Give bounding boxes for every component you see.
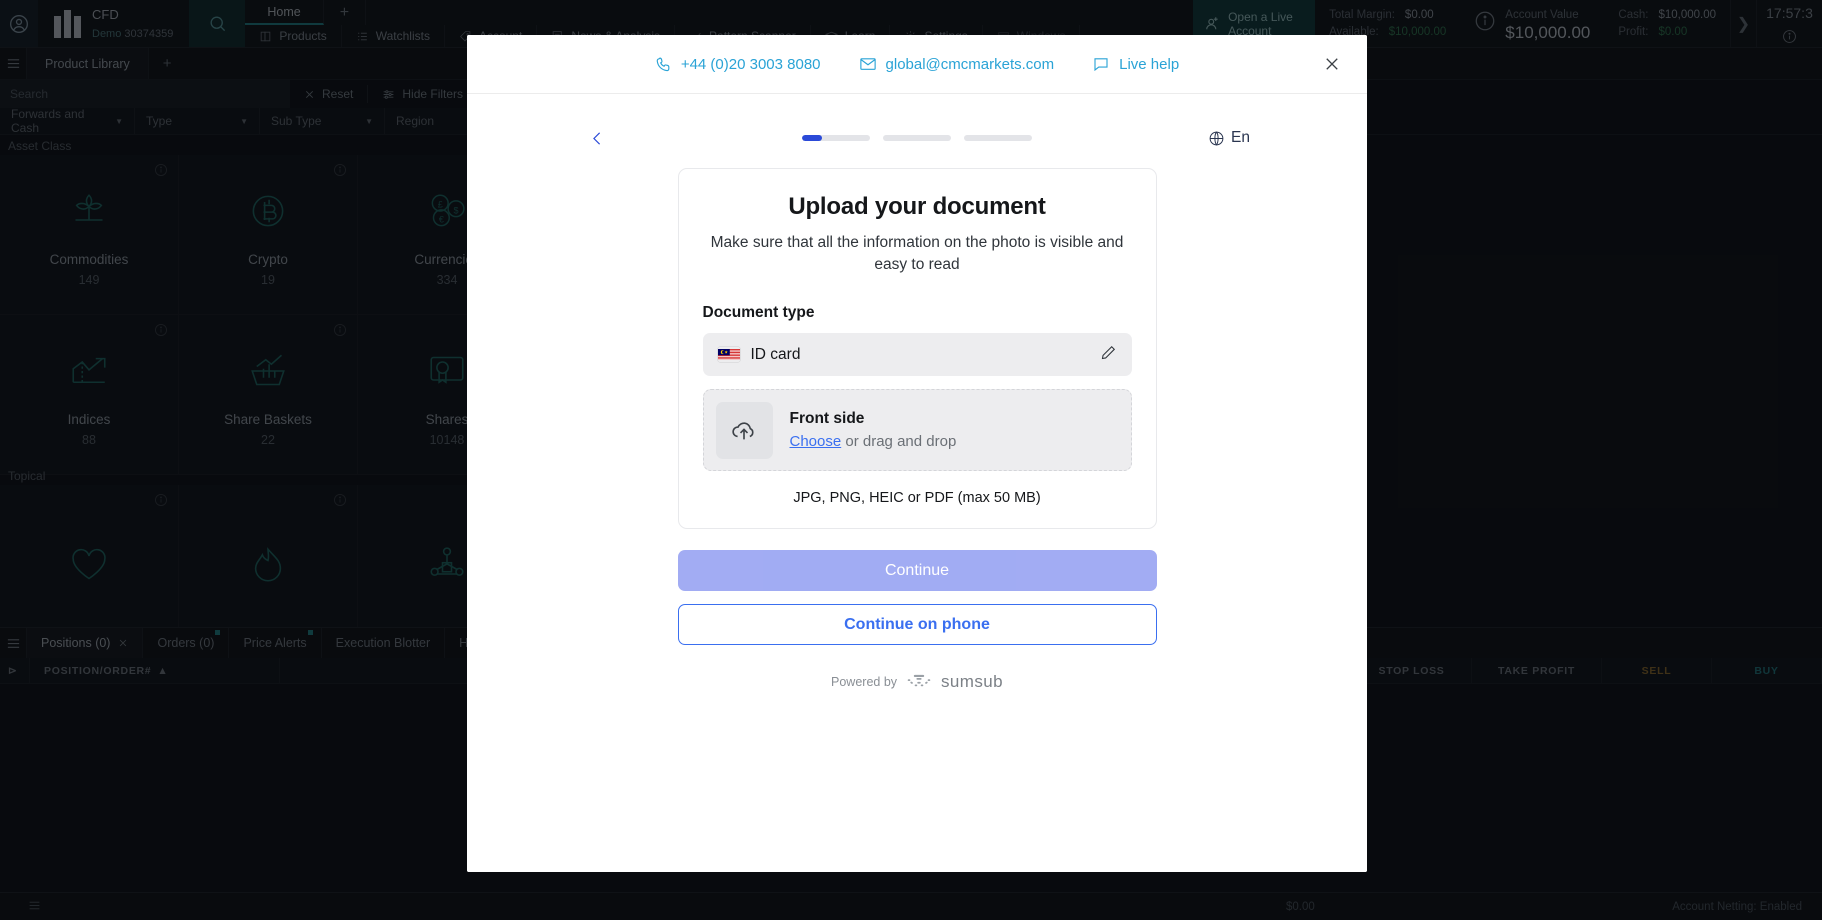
pencil-icon[interactable] xyxy=(1100,344,1117,366)
cloud-upload-icon xyxy=(715,401,773,459)
continue-button[interactable]: Continue xyxy=(677,550,1157,591)
language-label: En xyxy=(1231,129,1250,146)
modal-header: +44 (0)20 3003 8080 global@cmcmarkets.co… xyxy=(467,35,1367,94)
phone-icon xyxy=(656,57,670,71)
drag-drop-text: or drag and drop xyxy=(841,433,957,450)
document-type-row[interactable]: ID card xyxy=(702,333,1132,376)
progress-step-1 xyxy=(802,135,870,141)
sumsub-logo-icon xyxy=(906,673,932,692)
chevron-left-icon xyxy=(592,131,600,145)
malaysia-flag-icon xyxy=(717,347,740,362)
dropzone-side-label: Front side xyxy=(789,410,865,427)
globe-icon xyxy=(1209,130,1224,146)
phone-number: +44 (0)20 3003 8080 xyxy=(680,55,821,73)
close-icon[interactable] xyxy=(1319,51,1345,77)
modal-nav: En xyxy=(584,124,1250,152)
kyc-verification-modal: +44 (0)20 3003 8080 global@cmcmarkets.co… xyxy=(467,35,1367,872)
powered-by-footer: Powered by sumsub xyxy=(831,672,1003,692)
progress-step-3 xyxy=(964,135,1032,141)
progress-steps xyxy=(802,135,1032,141)
email-address: global@cmcmarkets.com xyxy=(885,55,1055,73)
document-type-value: ID card xyxy=(750,345,801,363)
sumsub-brand-label: sumsub xyxy=(941,672,1003,691)
chat-bubble-icon xyxy=(1094,58,1108,72)
powered-by-label: Powered by xyxy=(831,675,898,689)
screen-root: CFD Demo 30374359 Home + xyxy=(0,0,1822,920)
file-dropzone[interactable]: Front side Choose or drag and drop xyxy=(702,389,1132,471)
language-selector[interactable]: En xyxy=(1208,129,1250,147)
page-subtitle: Make sure that all the information on th… xyxy=(710,234,1124,273)
progress-fill xyxy=(802,135,823,141)
dropzone-instructions: Choose or drag and drop xyxy=(790,433,957,450)
document-type-label: Document type xyxy=(702,304,815,321)
choose-file-link[interactable]: Choose xyxy=(790,433,842,450)
live-help-label: Live help xyxy=(1119,55,1180,73)
modal-body: En Upload your document Make sure that a… xyxy=(467,94,1367,872)
phone-contact[interactable]: +44 (0)20 3003 8080 xyxy=(655,56,821,73)
file-format-hint: JPG, PNG, HEIC or PDF (max 50 MB) xyxy=(793,490,1041,506)
progress-step-2 xyxy=(883,135,951,141)
page-title: Upload your document xyxy=(788,193,1046,220)
mail-icon xyxy=(859,58,876,70)
back-button[interactable] xyxy=(584,125,610,151)
continue-on-phone-button[interactable]: Continue on phone xyxy=(677,604,1157,645)
upload-card: Upload your document Make sure that all … xyxy=(677,168,1157,529)
live-help-link[interactable]: Live help xyxy=(1092,55,1179,73)
email-contact[interactable]: global@cmcmarkets.com xyxy=(859,55,1055,73)
